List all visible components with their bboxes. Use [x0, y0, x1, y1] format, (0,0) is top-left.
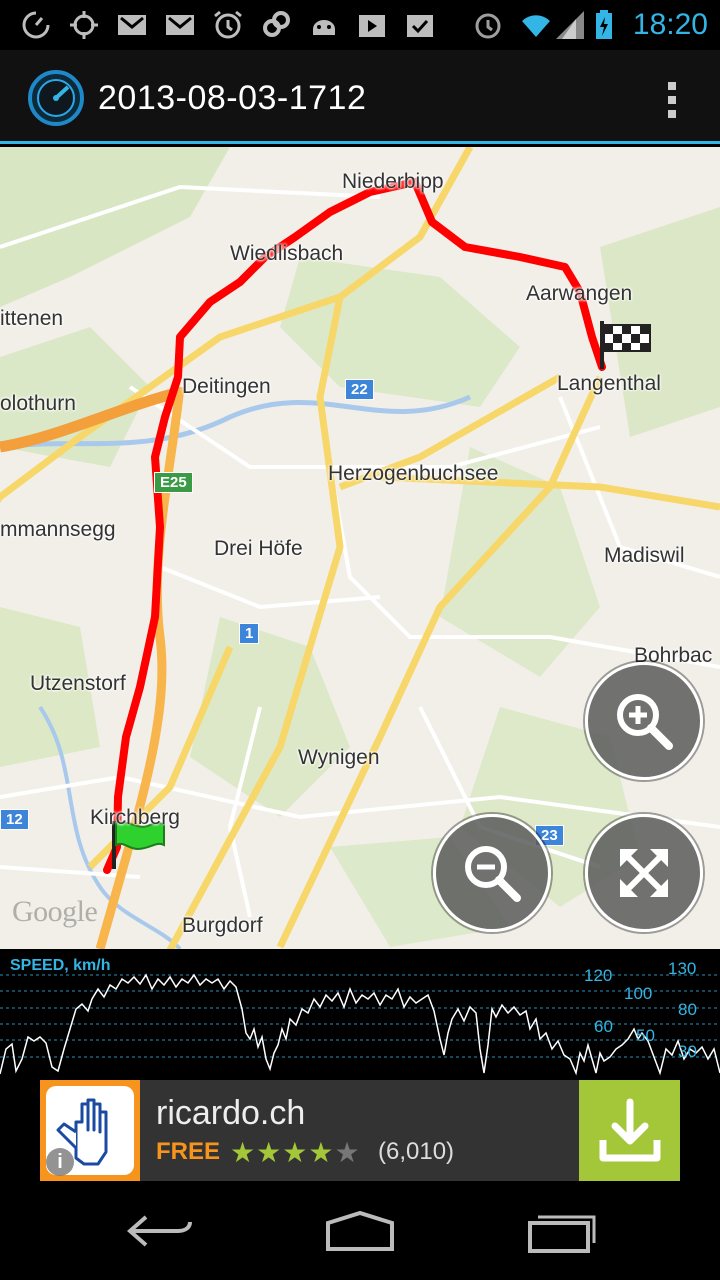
signal-icon: [552, 8, 588, 42]
star-rating: ★★★★★: [230, 1136, 361, 1169]
overflow-menu-icon[interactable]: [662, 78, 682, 122]
zoom-in-button[interactable]: [585, 662, 703, 780]
place-label: Drei Höfe: [214, 537, 303, 560]
place-label: Langenthal: [557, 372, 661, 395]
road-shield: 22: [345, 379, 374, 400]
star-icon: ★: [230, 1137, 257, 1168]
play-store-icon: [354, 8, 390, 42]
place-label: Wynigen: [298, 746, 380, 769]
axis-label: 60: [594, 1017, 613, 1036]
fullscreen-icon: [620, 849, 668, 897]
place-label: Madiswil: [604, 544, 685, 567]
clock: 18:20: [632, 8, 708, 41]
gmail-icon: [114, 8, 150, 42]
ad-banner[interactable]: i ricardo.ch FREE ★★★★★ (6,010): [40, 1080, 680, 1181]
link-icon: [258, 8, 294, 42]
axis-label: 130: [668, 959, 697, 978]
place-label: Deitingen: [182, 375, 271, 398]
place-label: Herzogenbuchsee: [328, 462, 499, 485]
battery-charging-icon: [588, 8, 614, 42]
task-icon: [402, 8, 438, 42]
ad-price: FREE: [156, 1138, 221, 1165]
ad-app-icon[interactable]: i: [40, 1080, 140, 1181]
speed-graph[interactable]: SPEED, km/h 120 100 60 50 130 80 30: [0, 949, 720, 1078]
place-label: Aarwangen: [526, 282, 633, 305]
finish-flag-icon[interactable]: [596, 319, 656, 371]
recents-button[interactable]: [522, 1207, 602, 1255]
gmail-icon: [162, 8, 198, 42]
axis-label: 120: [584, 966, 613, 985]
zoom-in-icon: [617, 694, 673, 750]
star-icon: ★: [308, 1137, 335, 1168]
axis-label: 30: [678, 1042, 697, 1061]
place-label: mmannsegg: [0, 518, 116, 541]
alarm-icon: [470, 8, 506, 42]
wifi-icon: [518, 8, 554, 42]
road-shield: 12: [0, 809, 29, 830]
download-button[interactable]: [579, 1080, 680, 1181]
ad-title: ricardo.ch: [156, 1094, 306, 1132]
place-label: Kirchberg: [90, 806, 180, 829]
home-icon: [326, 1210, 394, 1251]
place-label: Burgdorf: [182, 914, 263, 937]
road-shield: E25: [154, 472, 193, 493]
download-icon: [599, 1098, 661, 1162]
fit-track-button[interactable]: [585, 814, 703, 932]
place-label: olothurn: [0, 392, 76, 415]
recents-icon: [528, 1215, 596, 1253]
axis-label: 50: [636, 1026, 655, 1045]
place-label: Niederbipp: [342, 170, 444, 193]
back-button[interactable]: [120, 1207, 200, 1255]
axis-label: 100: [624, 984, 653, 1003]
page-title: 2013-08-03-1712: [98, 79, 367, 117]
star-icon: ★: [334, 1137, 361, 1168]
road-shield: 1: [239, 623, 260, 644]
google-attribution: Google: [12, 895, 98, 928]
place-label: ittenen: [0, 307, 64, 330]
graph-title: SPEED, km/h: [10, 957, 111, 974]
back-icon: [126, 1215, 192, 1247]
zoom-out-icon: [465, 846, 521, 902]
zoom-out-button[interactable]: [433, 814, 551, 932]
sync-icon: [18, 8, 54, 42]
speedometer-icon[interactable]: [28, 70, 84, 126]
star-icon: ★: [256, 1137, 283, 1168]
alarm-icon: [210, 8, 246, 42]
status-bar: 18:20: [0, 0, 720, 50]
info-icon[interactable]: i: [46, 1148, 74, 1176]
review-count: (6,010): [378, 1138, 455, 1165]
place-label: Wiedlisbach: [230, 242, 344, 265]
star-icon: ★: [282, 1137, 309, 1168]
navigation-bar: [0, 1181, 720, 1280]
android-icon: [306, 8, 342, 42]
axis-label: 80: [678, 1000, 697, 1019]
map-view[interactable]: Niederbipp Wiedlisbach Aarwangen ittenen…: [0, 147, 720, 949]
home-button[interactable]: [320, 1207, 400, 1255]
action-bar: 2013-08-03-1712: [0, 50, 720, 144]
place-label: Utzenstorf: [30, 672, 126, 695]
gps-icon: [66, 8, 102, 42]
